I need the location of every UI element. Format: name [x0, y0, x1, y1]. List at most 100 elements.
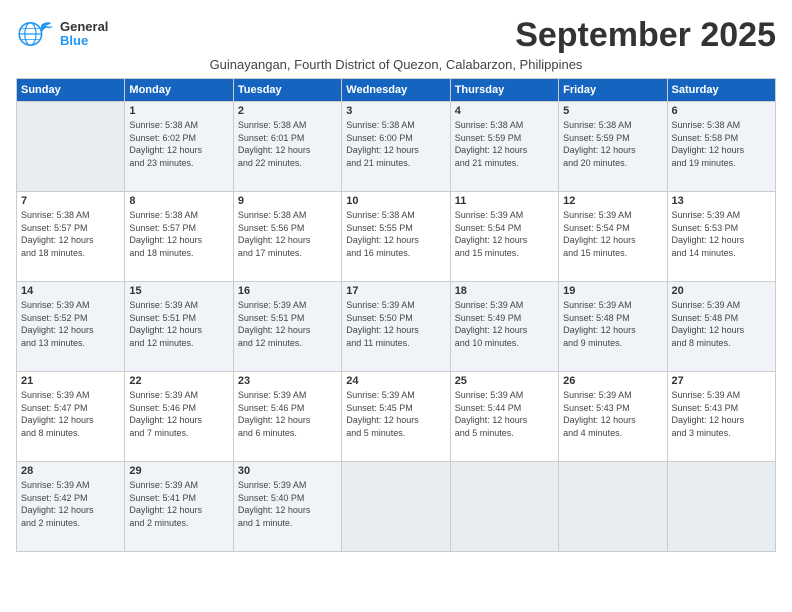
day-info: Sunrise: 5:38 AMSunset: 6:01 PMDaylight:…	[238, 119, 337, 169]
calendar-cell: 8 Sunrise: 5:38 AMSunset: 5:57 PMDaylight…	[125, 192, 233, 282]
calendar-header-row: SundayMondayTuesdayWednesdayThursdayFrid…	[17, 79, 776, 102]
day-info: Sunrise: 5:39 AMSunset: 5:45 PMDaylight:…	[346, 389, 445, 439]
calendar-table: SundayMondayTuesdayWednesdayThursdayFrid…	[16, 78, 776, 552]
logo: General Blue	[16, 16, 108, 52]
calendar-cell	[559, 462, 667, 552]
calendar-cell: 19 Sunrise: 5:39 AMSunset: 5:48 PMDayligh…	[559, 282, 667, 372]
calendar-cell: 23 Sunrise: 5:39 AMSunset: 5:46 PMDayligh…	[233, 372, 341, 462]
calendar-cell: 30Sunrise: 5:39 AMSunset: 5:40 PMDayligh…	[233, 462, 341, 552]
day-number: 22	[129, 375, 228, 387]
calendar-cell: 6 Sunrise: 5:38 AMSunset: 5:58 PMDaylight…	[667, 102, 775, 192]
day-number: 10	[346, 195, 445, 207]
day-info: Sunrise: 5:39 AMSunset: 5:54 PMDaylight:…	[455, 209, 554, 259]
calendar-week-row: 1 Sunrise: 5:38 AMSunset: 6:02 PMDaylight…	[17, 102, 776, 192]
column-header-monday: Monday	[125, 79, 233, 102]
calendar-cell: 5 Sunrise: 5:38 AMSunset: 5:59 PMDaylight…	[559, 102, 667, 192]
calendar-cell: 12 Sunrise: 5:39 AMSunset: 5:54 PMDayligh…	[559, 192, 667, 282]
calendar-week-row: 28 Sunrise: 5:39 AMSunset: 5:42 PMDayligh…	[17, 462, 776, 552]
day-number: 24	[346, 375, 445, 387]
day-number: 7	[21, 195, 120, 207]
day-number: 17	[346, 285, 445, 297]
day-number: 14	[21, 285, 120, 297]
calendar-week-row: 21Sunrise: 5:39 AMSunset: 5:47 PMDayligh…	[17, 372, 776, 462]
day-info: Sunrise: 5:38 AMSunset: 5:58 PMDaylight:…	[672, 119, 771, 169]
location-subtitle: Guinayangan, Fourth District of Quezon, …	[16, 57, 776, 72]
calendar-cell: 13 Sunrise: 5:39 AMSunset: 5:53 PMDayligh…	[667, 192, 775, 282]
calendar-cell: 21Sunrise: 5:39 AMSunset: 5:47 PMDayligh…	[17, 372, 125, 462]
day-number: 11	[455, 195, 554, 207]
calendar-cell: 29Sunrise: 5:39 AMSunset: 5:41 PMDayligh…	[125, 462, 233, 552]
calendar-cell: 4Sunrise: 5:38 AMSunset: 5:59 PMDaylight…	[450, 102, 558, 192]
day-info: Sunrise: 5:39 AMSunset: 5:50 PMDaylight:…	[346, 299, 445, 349]
day-info: Sunrise: 5:39 AMSunset: 5:53 PMDaylight:…	[672, 209, 771, 259]
day-number: 1	[129, 105, 228, 117]
day-number: 2	[238, 105, 337, 117]
day-number: 16	[238, 285, 337, 297]
logo-general-text: General	[60, 20, 108, 34]
calendar-cell: 17 Sunrise: 5:39 AMSunset: 5:50 PMDayligh…	[342, 282, 450, 372]
calendar-week-row: 14 Sunrise: 5:39 AMSunset: 5:52 PMDayligh…	[17, 282, 776, 372]
day-number: 26	[563, 375, 662, 387]
calendar-cell	[667, 462, 775, 552]
day-number: 23	[238, 375, 337, 387]
day-info: Sunrise: 5:38 AMSunset: 5:56 PMDaylight:…	[238, 209, 337, 259]
calendar-cell: 20Sunrise: 5:39 AMSunset: 5:48 PMDayligh…	[667, 282, 775, 372]
column-header-sunday: Sunday	[17, 79, 125, 102]
calendar-cell: 27 Sunrise: 5:39 AMSunset: 5:43 PMDayligh…	[667, 372, 775, 462]
day-info: Sunrise: 5:39 AMSunset: 5:48 PMDaylight:…	[563, 299, 662, 349]
day-number: 5	[563, 105, 662, 117]
calendar-cell: 1 Sunrise: 5:38 AMSunset: 6:02 PMDaylight…	[125, 102, 233, 192]
column-header-thursday: Thursday	[450, 79, 558, 102]
calendar-cell: 14 Sunrise: 5:39 AMSunset: 5:52 PMDayligh…	[17, 282, 125, 372]
day-info: Sunrise: 5:39 AMSunset: 5:44 PMDaylight:…	[455, 389, 554, 439]
day-info: Sunrise: 5:39 AMSunset: 5:46 PMDaylight:…	[129, 389, 228, 439]
day-info: Sunrise: 5:39 AMSunset: 5:54 PMDaylight:…	[563, 209, 662, 259]
day-info: Sunrise: 5:39 AMSunset: 5:48 PMDaylight:…	[672, 299, 771, 349]
day-info: Sunrise: 5:39 AMSunset: 5:49 PMDaylight:…	[455, 299, 554, 349]
calendar-cell: 7Sunrise: 5:38 AMSunset: 5:57 PMDaylight…	[17, 192, 125, 282]
logo-blue-text: Blue	[60, 34, 108, 48]
day-info: Sunrise: 5:39 AMSunset: 5:42 PMDaylight:…	[21, 479, 120, 529]
day-number: 19	[563, 285, 662, 297]
day-number: 8	[129, 195, 228, 207]
day-number: 4	[455, 105, 554, 117]
day-info: Sunrise: 5:39 AMSunset: 5:51 PMDaylight:…	[129, 299, 228, 349]
day-info: Sunrise: 5:39 AMSunset: 5:51 PMDaylight:…	[238, 299, 337, 349]
calendar-cell	[450, 462, 558, 552]
calendar-cell: 16 Sunrise: 5:39 AMSunset: 5:51 PMDayligh…	[233, 282, 341, 372]
column-header-tuesday: Tuesday	[233, 79, 341, 102]
day-number: 12	[563, 195, 662, 207]
day-number: 29	[129, 465, 228, 477]
calendar-cell: 26 Sunrise: 5:39 AMSunset: 5:43 PMDayligh…	[559, 372, 667, 462]
day-number: 25	[455, 375, 554, 387]
day-info: Sunrise: 5:39 AMSunset: 5:43 PMDaylight:…	[672, 389, 771, 439]
calendar-cell: 2 Sunrise: 5:38 AMSunset: 6:01 PMDaylight…	[233, 102, 341, 192]
calendar-cell: 22 Sunrise: 5:39 AMSunset: 5:46 PMDayligh…	[125, 372, 233, 462]
column-header-saturday: Saturday	[667, 79, 775, 102]
day-number: 9	[238, 195, 337, 207]
day-info: Sunrise: 5:39 AMSunset: 5:43 PMDaylight:…	[563, 389, 662, 439]
calendar-cell: 3Sunrise: 5:38 AMSunset: 6:00 PMDaylight…	[342, 102, 450, 192]
day-info: Sunrise: 5:39 AMSunset: 5:40 PMDaylight:…	[238, 479, 337, 529]
day-info: Sunrise: 5:39 AMSunset: 5:47 PMDaylight:…	[21, 389, 120, 439]
day-info: Sunrise: 5:38 AMSunset: 6:02 PMDaylight:…	[129, 119, 228, 169]
calendar-week-row: 7 Sunrise: 5:38 AMSunset: 5:57 PMDaylight…	[17, 192, 776, 282]
day-info: Sunrise: 5:39 AMSunset: 5:46 PMDaylight:…	[238, 389, 337, 439]
day-number: 6	[672, 105, 771, 117]
day-info: Sunrise: 5:38 AMSunset: 5:59 PMDaylight:…	[563, 119, 662, 169]
day-number: 3	[346, 105, 445, 117]
day-info: Sunrise: 5:39 AMSunset: 5:52 PMDaylight:…	[21, 299, 120, 349]
day-number: 27	[672, 375, 771, 387]
calendar-cell	[17, 102, 125, 192]
day-number: 28	[21, 465, 120, 477]
calendar-cell: 28 Sunrise: 5:39 AMSunset: 5:42 PMDayligh…	[17, 462, 125, 552]
day-number: 18	[455, 285, 554, 297]
calendar-cell: 15 Sunrise: 5:39 AMSunset: 5:51 PMDayligh…	[125, 282, 233, 372]
calendar-cell: 18 Sunrise: 5:39 AMSunset: 5:49 PMDayligh…	[450, 282, 558, 372]
calendar-cell: 10Sunrise: 5:38 AMSunset: 5:55 PMDayligh…	[342, 192, 450, 282]
day-info: Sunrise: 5:38 AMSunset: 5:57 PMDaylight:…	[129, 209, 228, 259]
column-header-friday: Friday	[559, 79, 667, 102]
month-title: September 2025	[515, 16, 776, 55]
day-number: 13	[672, 195, 771, 207]
day-number: 15	[129, 285, 228, 297]
